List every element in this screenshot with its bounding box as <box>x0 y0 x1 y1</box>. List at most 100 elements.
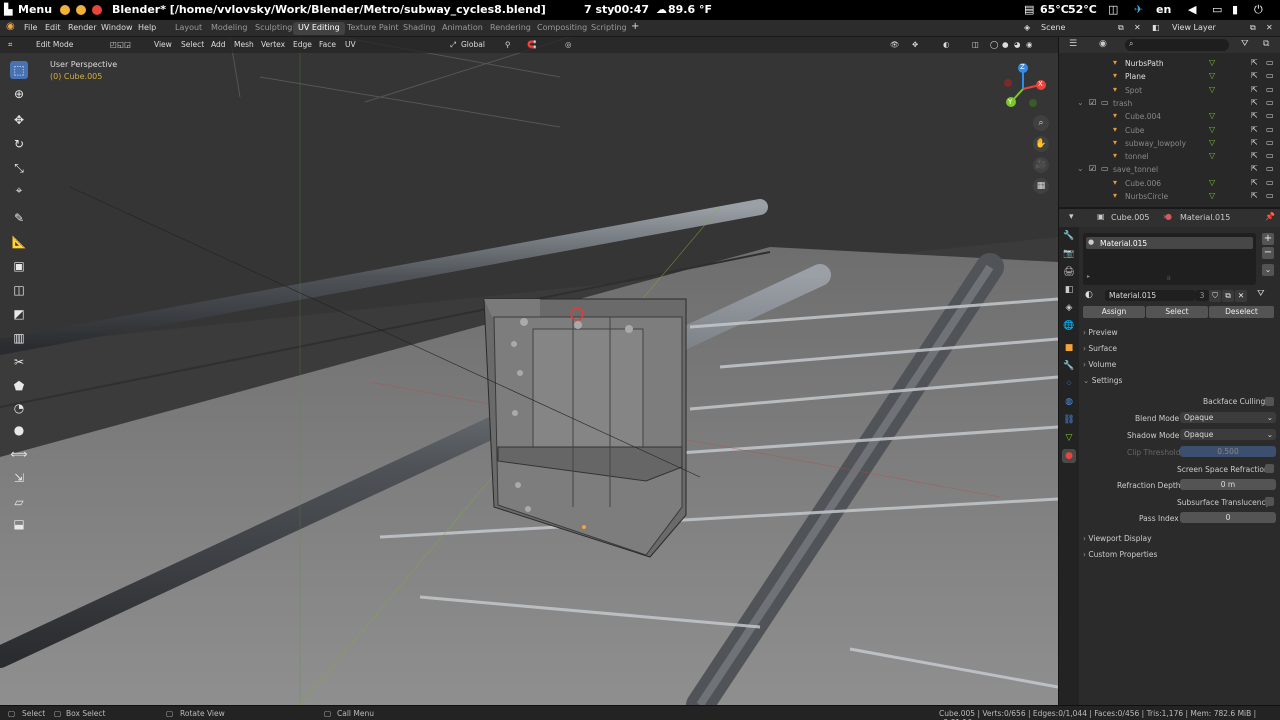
tab-render-icon[interactable]: 📷 <box>1062 247 1076 261</box>
pin-icon[interactable]: 📌 <box>1265 212 1275 221</box>
maximize-button[interactable] <box>76 5 86 15</box>
material-name-field[interactable]: Material.015 <box>1105 290 1195 301</box>
tool-knife-icon[interactable]: ✂ <box>10 353 28 371</box>
panel-surface-header[interactable]: › Surface <box>1083 344 1117 353</box>
scene-delete-icon[interactable]: ✕ <box>1134 23 1141 32</box>
new-collection-icon[interactable]: ⧉ <box>1263 39 1269 49</box>
panel-settings-header[interactable]: ⌄ Settings <box>1083 376 1122 385</box>
tab-particles-icon[interactable]: ⁘ <box>1062 377 1076 391</box>
outliner-item[interactable]: ▾ Plane ▽ ⇱ ▭ <box>1059 70 1280 83</box>
selectable-toggle-icon[interactable]: ⇱ <box>1251 85 1258 94</box>
tab-world-icon[interactable]: 🌐 <box>1062 319 1076 333</box>
snap-icon[interactable]: 🧲 <box>527 40 536 49</box>
properties-editor-icon[interactable]: ▾ <box>1069 212 1074 222</box>
telegram-icon[interactable]: ✈ <box>1134 3 1143 16</box>
collection-checkbox[interactable]: ☑ <box>1089 98 1096 107</box>
tool-select-box-icon[interactable]: ⬚ <box>10 61 28 79</box>
scene-new-icon[interactable]: ⧉ <box>1118 23 1124 33</box>
editor-type-icon[interactable]: ⌗ <box>8 40 12 50</box>
power-icon[interactable]: ⏻ <box>1254 3 1263 17</box>
outliner-editor-icon[interactable]: ☰ <box>1069 39 1077 49</box>
menu-render[interactable]: Render <box>68 23 96 32</box>
tab-scripting[interactable]: Scripting <box>586 22 632 35</box>
clip-threshold-slider[interactable]: 0.500 <box>1180 446 1276 457</box>
tool-bevel-icon[interactable]: ◩ <box>10 305 28 323</box>
node-tree-icon[interactable]: ⛛ <box>1257 289 1265 299</box>
menu-add[interactable]: Add <box>211 40 226 49</box>
select-button[interactable]: Select <box>1146 306 1208 318</box>
tool-smooth-icon[interactable]: ● <box>10 421 28 439</box>
tool-poly-build-icon[interactable]: ⬟ <box>10 377 28 395</box>
volume-icon[interactable]: ◀ <box>1188 3 1196 16</box>
expand-chevron-icon[interactable]: ⌄ <box>1077 98 1084 107</box>
render-toggle-icon[interactable]: ▭ <box>1266 125 1274 134</box>
tab-object-icon[interactable]: ■ <box>1062 341 1076 355</box>
tool-spin-icon[interactable]: ◔ <box>10 399 28 417</box>
view-layer-new-icon[interactable]: ⧉ <box>1250 23 1256 33</box>
outliner-item[interactable]: ▾ Cube.004 ▽ ⇱ ▭ <box>1059 110 1280 123</box>
render-toggle-icon[interactable]: ▭ <box>1266 111 1274 120</box>
mode-selector[interactable]: Edit Mode <box>36 40 73 49</box>
proportional-edit-icon[interactable]: ◎ <box>565 40 572 49</box>
tool-move-icon[interactable]: ✥ <box>10 111 28 129</box>
tab-uv-editing[interactable]: UV Editing <box>293 22 345 35</box>
selectable-toggle-icon[interactable]: ⇱ <box>1251 178 1258 187</box>
selectable-toggle-icon[interactable]: ⇱ <box>1251 111 1258 120</box>
menu-view[interactable]: View <box>154 40 172 49</box>
tool-scale-icon[interactable]: ⤡ <box>10 159 28 177</box>
mesh-data-icon[interactable]: ▽ <box>1209 138 1215 147</box>
shading-material-icon[interactable]: ◕ <box>1014 40 1021 49</box>
tool-edge-slide-icon[interactable]: ⟺ <box>10 445 28 463</box>
tab-tool-icon[interactable]: 🔧 <box>1062 229 1076 243</box>
material-slot-list[interactable]: ● Material.015 ▸ ⁞⁞ <box>1083 233 1256 285</box>
tab-modifier-icon[interactable]: 🔧 <box>1062 359 1076 373</box>
outliner-item[interactable]: ▾ NurbsPath ▽ ⇱ ▭ <box>1059 57 1280 70</box>
selectable-toggle-icon[interactable]: ⇱ <box>1251 164 1258 173</box>
refraction-depth-field[interactable]: 0 m <box>1180 479 1276 490</box>
sss-checkbox[interactable] <box>1265 497 1274 506</box>
tab-material-icon[interactable]: ● <box>1062 449 1076 463</box>
app-menu-icon[interactable]: ▙ <box>4 3 12 16</box>
panel-viewport-display-header[interactable]: › Viewport Display <box>1083 534 1152 543</box>
selectable-toggle-icon[interactable]: ⇱ <box>1251 125 1258 134</box>
material-browse-icon[interactable]: ◐ <box>1085 290 1093 300</box>
network-icon[interactable]: ◫ <box>1108 3 1118 16</box>
os-menu[interactable]: Menu <box>18 3 52 16</box>
list-resize-handle[interactable]: ⁞⁞ <box>1167 275 1171 282</box>
display-mode-icon[interactable]: ◉ <box>1099 39 1107 49</box>
menu-help[interactable]: Help <box>138 23 156 32</box>
3d-viewport[interactable]: ⌗ Edit Mode ◰◱◲ View Select Add Mesh Ver… <box>0 37 1058 705</box>
outliner-item[interactable]: ▾ NurbsCircle ▽ ⇱ ▭ <box>1059 190 1280 203</box>
selectable-toggle-icon[interactable]: ⇱ <box>1251 58 1258 67</box>
tab-modeling[interactable]: Modeling <box>206 22 252 35</box>
add-slot-button[interactable]: + <box>1262 233 1274 245</box>
tab-constraints-icon[interactable]: ⛓ <box>1062 413 1076 427</box>
pass-index-field[interactable]: 0 <box>1180 512 1276 523</box>
keyboard-layout[interactable]: en <box>1156 3 1171 16</box>
camera-icon[interactable]: 🎥 <box>1033 157 1049 173</box>
scene-selector[interactable]: Scene <box>1041 23 1065 32</box>
transform-orientation[interactable]: Global <box>461 40 485 49</box>
backface-culling-checkbox[interactable] <box>1265 397 1274 406</box>
outliner-item[interactable]: ⌄ ☑ ▭ trash ⇱ ▭ <box>1059 97 1280 110</box>
filter-icon[interactable]: ⛛ <box>1241 39 1249 49</box>
mesh-data-icon[interactable]: ▽ <box>1209 58 1215 67</box>
render-toggle-icon[interactable]: ▭ <box>1266 138 1274 147</box>
close-button[interactable] <box>92 5 102 15</box>
tab-sculpting[interactable]: Sculpting <box>250 22 297 35</box>
menu-uv[interactable]: UV <box>345 40 356 49</box>
tool-shrink-fatten-icon[interactable]: ⇲ <box>10 469 28 487</box>
menu-edit[interactable]: Edit <box>45 23 61 32</box>
shading-solid-icon[interactable]: ● <box>1002 40 1009 49</box>
shadow-mode-dropdown[interactable]: Opaque ⌄ <box>1180 429 1276 440</box>
overlay-toggle-icon[interactable]: ◐ <box>943 40 950 49</box>
view-layer-delete-icon[interactable]: ✕ <box>1266 23 1273 32</box>
menu-select[interactable]: Select <box>181 40 204 49</box>
render-toggle-icon[interactable]: ▭ <box>1266 151 1274 160</box>
tool-cursor-icon[interactable]: ⊕ <box>10 85 28 103</box>
tab-compositing[interactable]: Compositing <box>532 22 592 35</box>
tool-shear-icon[interactable]: ▱ <box>10 493 28 511</box>
menu-file[interactable]: File <box>24 23 37 32</box>
duplicate-material-icon[interactable]: ⧉ <box>1222 290 1234 302</box>
collection-checkbox[interactable]: ☑ <box>1089 164 1096 173</box>
